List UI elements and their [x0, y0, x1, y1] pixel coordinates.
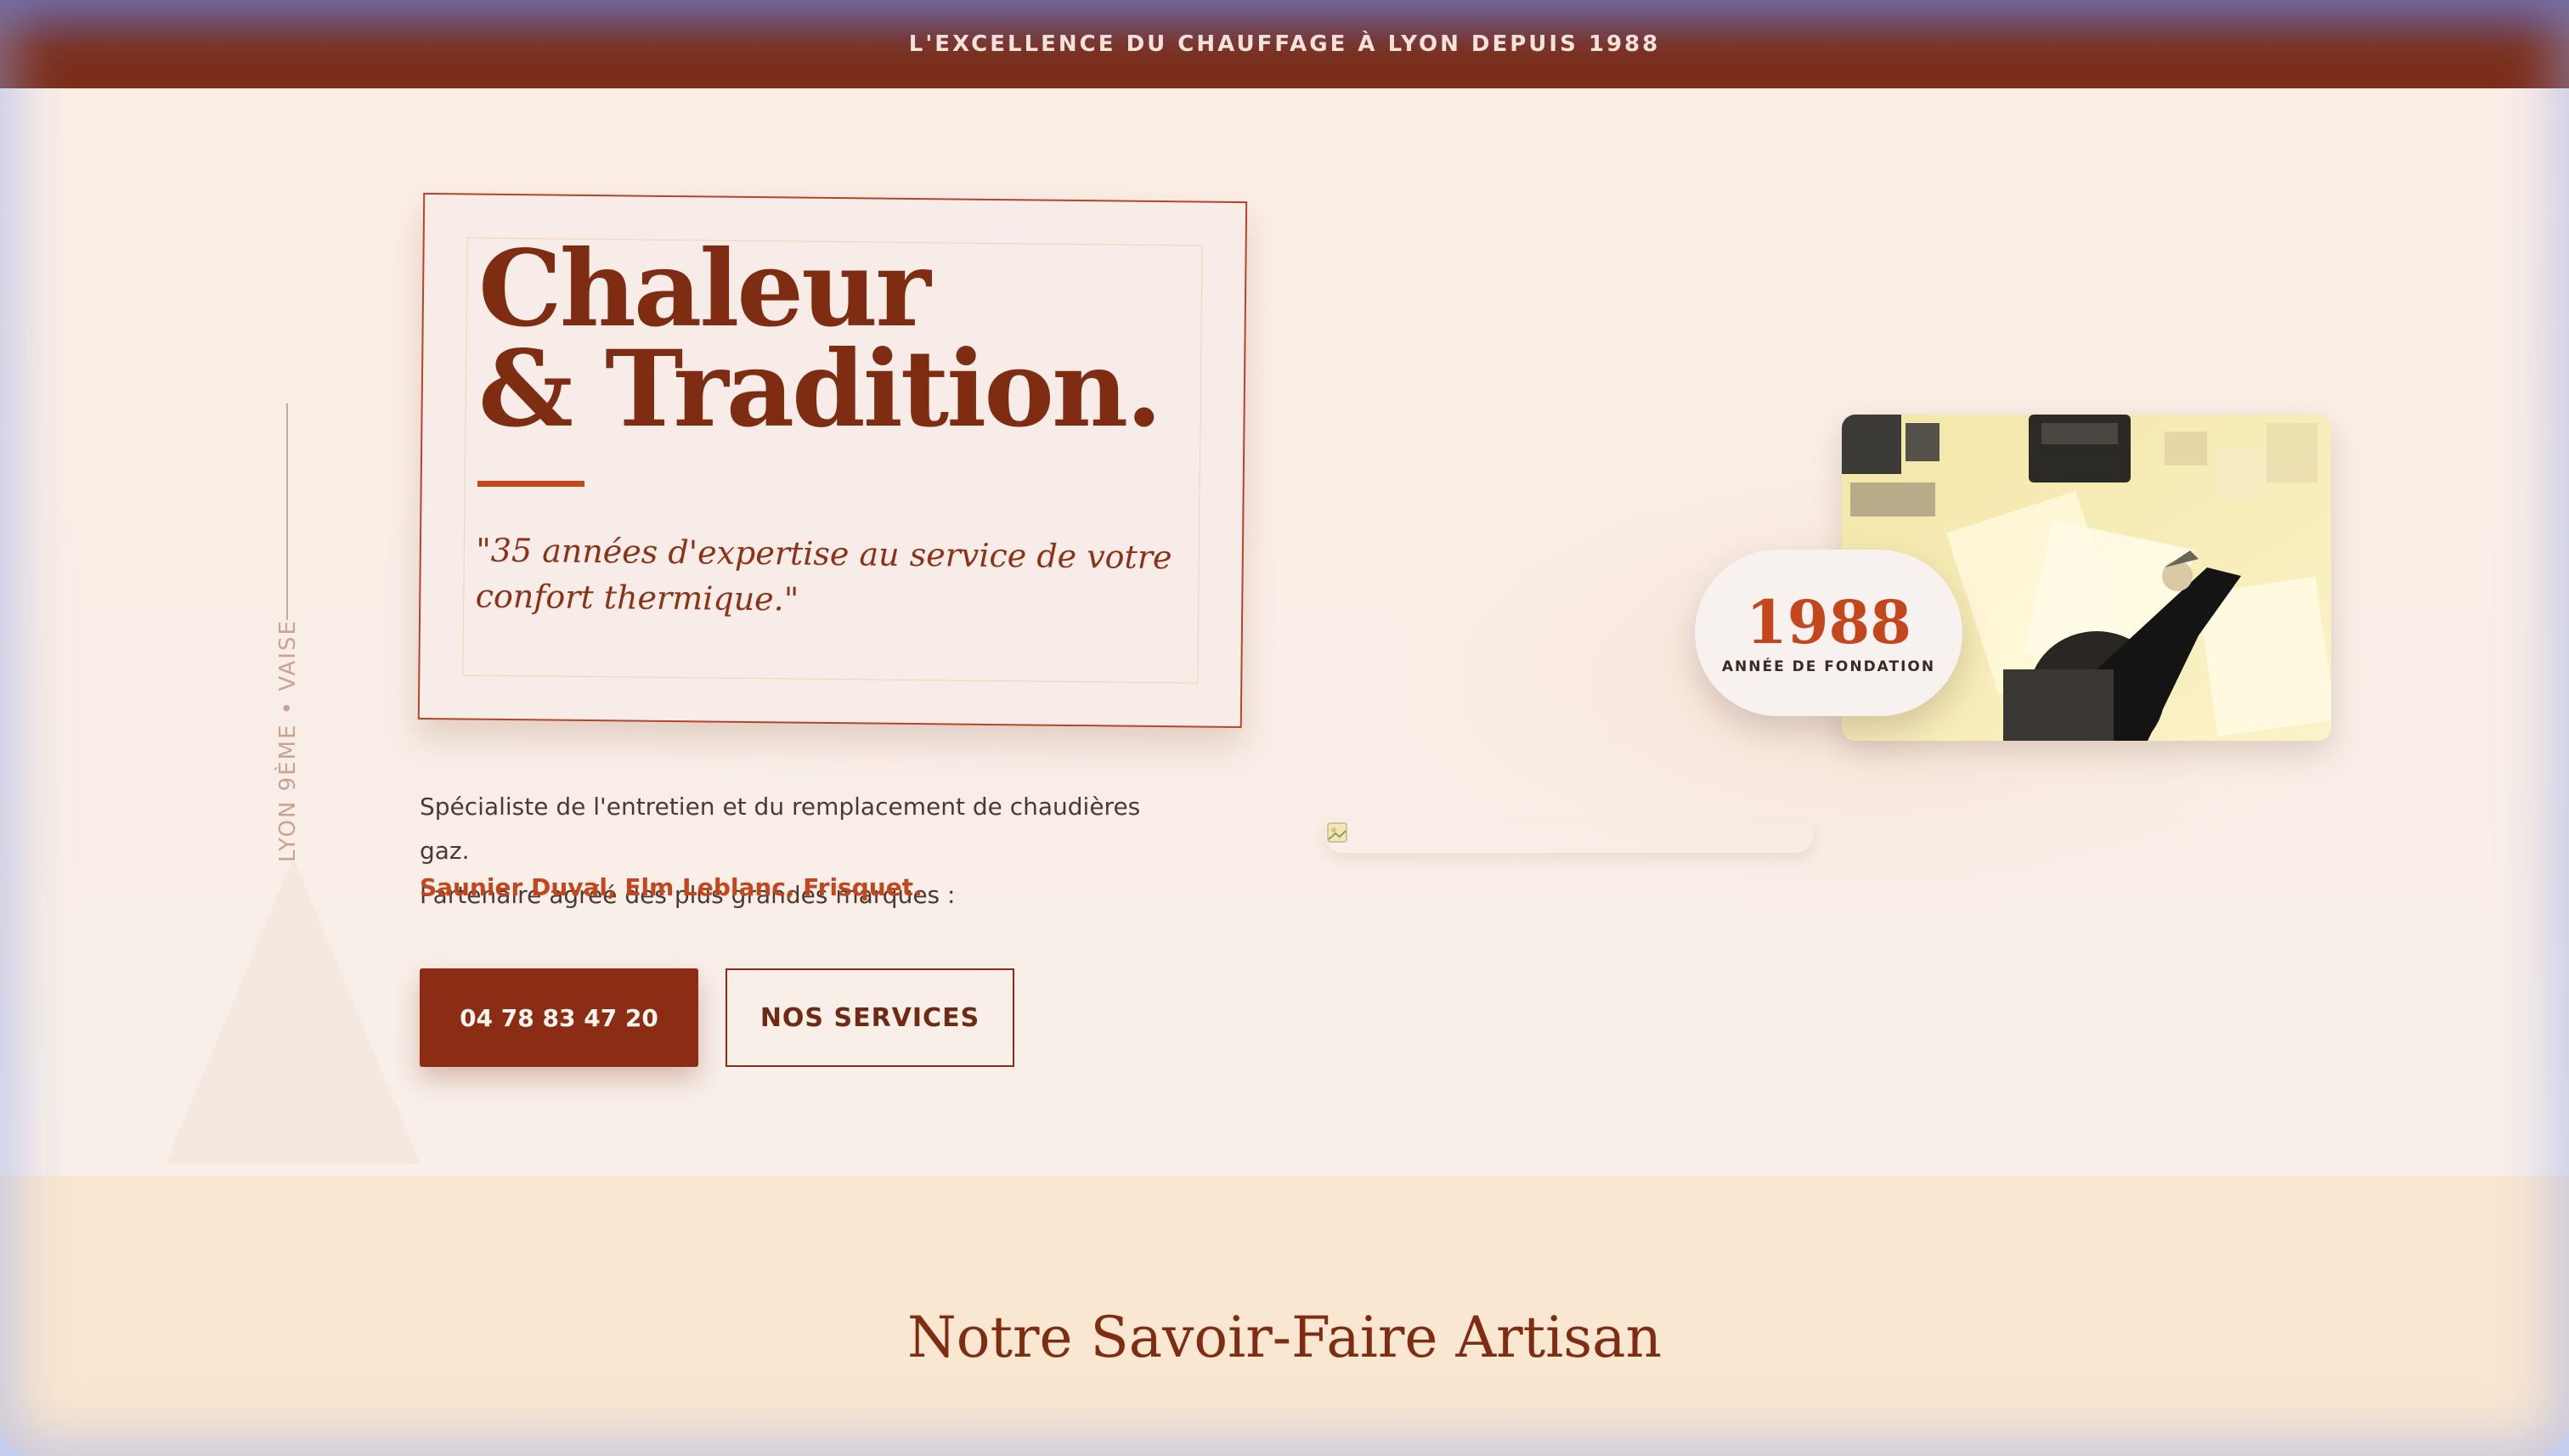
- foundation-badge: 1988 ANNÉE DE FONDATION: [1695, 550, 1962, 716]
- hero-quote: "35 années d'expertise au service de vot…: [475, 531, 1172, 618]
- side-vertical-rule: [286, 404, 288, 620]
- top-banner-text: L'EXCELLENCE DU CHAUFFAGE À LYON DEPUIS …: [908, 31, 1661, 57]
- top-banner: L'EXCELLENCE DU CHAUFFAGE À LYON DEPUIS …: [0, 0, 2569, 88]
- hero-title-line2: & Tradition.: [478, 328, 1162, 451]
- foundation-label: ANNÉE DE FONDATION: [1721, 658, 1936, 675]
- decorative-triangle: [166, 858, 421, 1164]
- partner-brands: Saunier Duval, Elm Leblanc, Frisquet.: [420, 873, 923, 901]
- hero-title: Chaleur & Tradition.: [478, 237, 1243, 443]
- services-button[interactable]: NOS SERVICES: [726, 968, 1014, 1067]
- savoir-faire-section: Notre Savoir-Faire Artisan: [0, 1176, 2569, 1456]
- title-underline: [477, 481, 584, 487]
- side-location-label: LYON 9ÈME • VAISE: [275, 619, 301, 862]
- broken-image-icon: [1327, 822, 1347, 843]
- foundation-year: 1988: [1746, 587, 1911, 657]
- page-frame: L'EXCELLENCE DU CHAUFFAGE À LYON DEPUIS …: [0, 0, 2569, 1456]
- phone-call-button[interactable]: 04 78 83 47 20: [420, 968, 698, 1067]
- broken-image-placeholder: [1325, 821, 1813, 853]
- hero-description-line1: Spécialiste de l'entretien et du remplac…: [420, 793, 1141, 865]
- savoir-faire-heading: Notre Savoir-Faire Artisan: [906, 1305, 1663, 1370]
